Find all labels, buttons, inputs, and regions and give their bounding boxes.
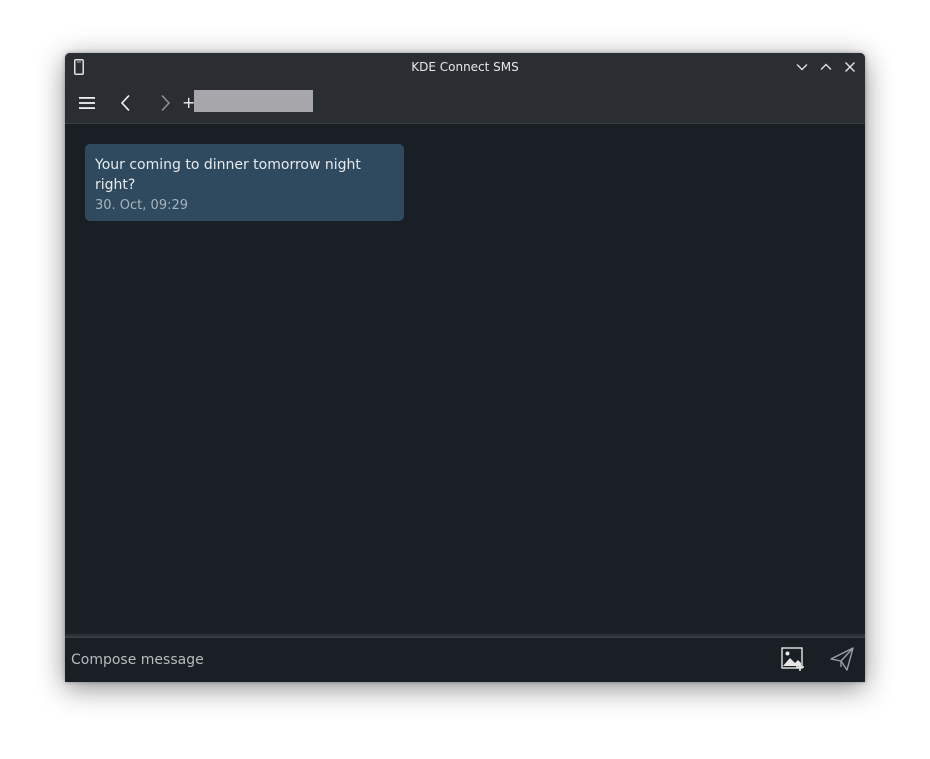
compose-bar [65, 638, 865, 682]
close-icon[interactable] [842, 59, 858, 75]
maximize-icon[interactable] [818, 59, 834, 75]
minimize-icon[interactable] [794, 59, 810, 75]
add-image-icon[interactable] [780, 646, 806, 672]
message-text: Your coming to dinner tomorrow night rig… [95, 157, 361, 193]
message-bubble[interactable]: Your coming to dinner tomorrow night rig… [85, 144, 404, 221]
title-bar[interactable]: KDE Connect SMS [65, 53, 865, 81]
window-title: KDE Connect SMS [411, 60, 519, 74]
header-toolbar: + [65, 81, 865, 124]
message-timestamp: 30. Oct, 09:29 [95, 198, 189, 213]
redacted-contact-number [194, 90, 313, 112]
hamburger-menu-icon[interactable] [76, 92, 98, 114]
kde-connect-sms-window: KDE Connect SMS + Your coming to dinner … [65, 53, 865, 682]
chevron-left-icon[interactable] [115, 92, 137, 114]
conversation-view[interactable]: Your coming to dinner tomorrow night rig… [65, 124, 865, 635]
chevron-right-icon[interactable] [154, 92, 176, 114]
send-icon[interactable] [829, 646, 855, 672]
compose-message-input[interactable] [65, 638, 765, 682]
